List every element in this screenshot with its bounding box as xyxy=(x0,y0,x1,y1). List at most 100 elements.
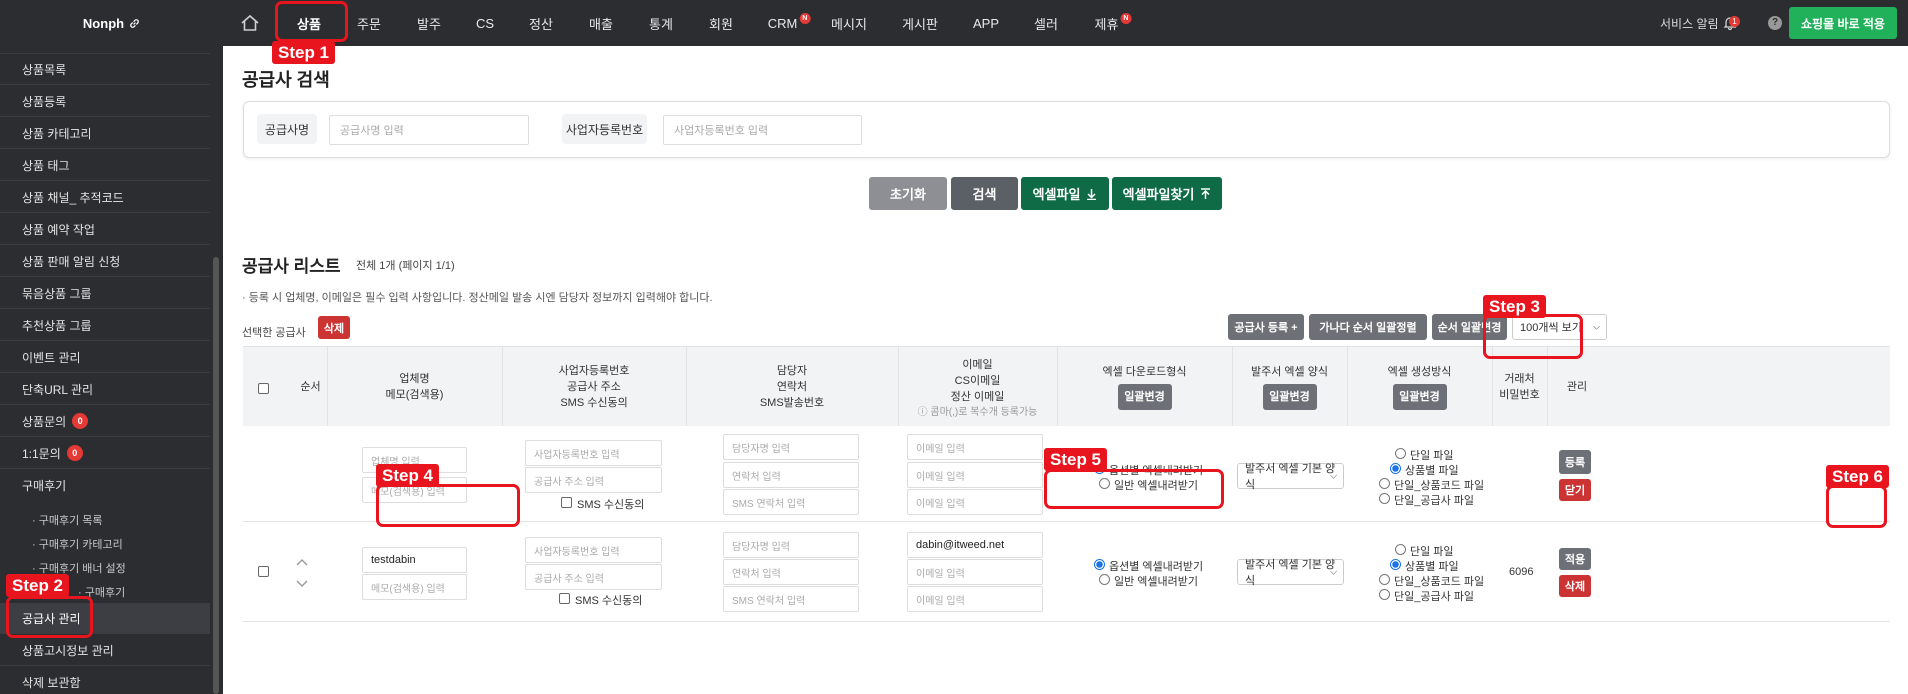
settlement-email-input[interactable]: 이메일 입력 xyxy=(907,586,1043,612)
sidebar-item-short-url[interactable]: 단축URL 관리 xyxy=(0,374,210,405)
nav-statistics[interactable]: 통계 xyxy=(649,0,673,46)
sidebar-item-sale-alert[interactable]: 상품 판매 알림 신청 xyxy=(0,246,210,277)
sidebar-item-channel[interactable]: 상품 채널_ 추적코드 xyxy=(0,182,210,213)
sidebar-item-trash[interactable]: 삭제 보관함 xyxy=(0,667,210,694)
email-input[interactable]: 이메일 입력 xyxy=(907,434,1043,460)
email-input[interactable]: dabin@itweed.net xyxy=(907,532,1043,558)
sms-number-input[interactable]: SMS 연락처 입력 xyxy=(723,489,859,515)
product-file-radio[interactable] xyxy=(1390,559,1401,570)
single-supplier-file-radio[interactable] xyxy=(1379,589,1390,600)
option-excel-radio[interactable] xyxy=(1094,559,1105,570)
supplier-name-input[interactable]: testdabin xyxy=(362,547,467,573)
nav-settlement[interactable]: 정산 xyxy=(529,0,553,46)
help-icon[interactable]: ? xyxy=(1768,16,1782,30)
sidebar-item-reservation[interactable]: 상품 예약 작업 xyxy=(0,214,210,245)
sidebar-item-one-to-one[interactable]: 1:1문의 0 xyxy=(0,438,210,469)
nav-board[interactable]: 게시판 xyxy=(902,0,938,46)
sidebar-item-event[interactable]: 이벤트 관리 xyxy=(0,342,210,373)
apply-button[interactable]: 적용 xyxy=(1559,548,1591,570)
nav-members[interactable]: 회원 xyxy=(709,0,733,46)
sidebar-item-reviews[interactable]: 구매후기 xyxy=(0,470,210,501)
sidebar-item-category[interactable]: 상품 카테고리 xyxy=(0,118,210,149)
nav-message[interactable]: 메시지 xyxy=(831,0,867,46)
home-icon[interactable] xyxy=(240,14,260,32)
supplier-name-input[interactable]: 공급사명 입력 xyxy=(329,115,529,145)
close-button[interactable]: 닫기 xyxy=(1559,479,1591,501)
step-4-highlight xyxy=(376,484,520,527)
nav-order[interactable]: 주문 xyxy=(357,0,381,46)
cs-email-input[interactable]: 이메일 입력 xyxy=(907,559,1043,585)
sidebar-item-product-register[interactable]: 상품등록 xyxy=(0,86,210,117)
sidebar-item-tag[interactable]: 상품 태그 xyxy=(0,150,210,181)
col-name: 업체명 메모(검색용) xyxy=(385,373,444,401)
row-checkbox[interactable] xyxy=(258,566,269,577)
sms-agree-checkbox[interactable] xyxy=(559,593,570,604)
single-file-radio[interactable] xyxy=(1395,544,1406,555)
memo-input[interactable]: 메모(검색용) 입력 xyxy=(362,574,467,600)
reorder-arrows-icon[interactable] xyxy=(296,558,308,588)
main-content: 공급사 검색 공급사명 공급사명 입력 사업자등록번호 사업자등록번호 입력 초… xyxy=(223,46,1908,694)
order-form-select[interactable]: 발주서 엑셀 기본 양식 ⌵ xyxy=(1237,559,1344,587)
business-number-input[interactable]: 사업자등록번호 입력 xyxy=(663,115,862,145)
address-input[interactable]: 공급사 주소 입력 xyxy=(525,467,662,493)
business-number-input[interactable]: 사업자등록번호 입력 xyxy=(525,440,662,466)
apply-to-store-button[interactable]: 쇼핑몰 바로 적용 xyxy=(1789,7,1897,39)
bulk-change-button[interactable]: 일괄변경 xyxy=(1262,384,1317,410)
nav-purchase-order[interactable]: 발주 xyxy=(417,0,441,46)
manager-name-input[interactable]: 담당자명 입력 xyxy=(723,532,859,558)
sms-agree-label: SMS 수신동의 xyxy=(575,595,643,607)
step-3-label: Step 3 xyxy=(1483,295,1547,318)
sort-alphabetical-button[interactable]: 가나다 순서 일괄정렬 xyxy=(1309,314,1427,340)
contact-input[interactable]: 연락처 입력 xyxy=(723,559,859,585)
nav-seller[interactable]: 셀러 xyxy=(1034,0,1058,46)
delete-row-button[interactable]: 삭제 xyxy=(1559,575,1591,597)
single-code-file-radio[interactable] xyxy=(1379,478,1390,489)
normal-excel-radio[interactable] xyxy=(1099,574,1110,585)
register-button[interactable]: 등록 xyxy=(1559,450,1591,474)
service-alert[interactable]: 서비스 알림 xyxy=(1660,0,1737,46)
sidebar-sub-review-category[interactable]: · 구매후기 카테고리 xyxy=(32,536,123,552)
address-input[interactable]: 공급사 주소 입력 xyxy=(525,564,662,590)
sidebar-item-bundle[interactable]: 묶음상품 그룹 xyxy=(0,278,210,309)
alert-count-badge: 1 xyxy=(1729,16,1740,27)
sidebar-item-notice-info[interactable]: 상품고시정보 관리 xyxy=(0,635,210,666)
new-badge: N xyxy=(799,12,811,24)
select-all-checkbox[interactable] xyxy=(258,383,269,394)
sidebar-item-recommend[interactable]: 추천상품 그룹 xyxy=(0,310,210,341)
bulk-change-button[interactable]: 일괄변경 xyxy=(1392,384,1447,410)
excel-upload-button[interactable]: 엑셀파일찾기 xyxy=(1112,177,1222,210)
col-manager: 담당자 연락처 SMS발송번호 xyxy=(759,365,825,409)
single-code-file-radio[interactable] xyxy=(1379,574,1390,585)
sidebar-item-product-list[interactable]: 상품목록 xyxy=(0,54,210,85)
single-file-radio[interactable] xyxy=(1395,448,1406,459)
contact-input[interactable]: 연락처 입력 xyxy=(723,462,859,488)
nav-crm[interactable]: CRM N xyxy=(768,0,811,46)
register-supplier-button[interactable]: 공급사 등록 + xyxy=(1228,314,1304,340)
step-4-label: Step 4 xyxy=(376,464,440,487)
product-file-radio[interactable] xyxy=(1390,463,1401,474)
nav-sales[interactable]: 매출 xyxy=(589,0,613,46)
nav-partnership[interactable]: 제휴 N xyxy=(1095,0,1132,46)
settlement-email-input[interactable]: 이메일 입력 xyxy=(907,489,1043,515)
nav-app[interactable]: APP xyxy=(973,0,999,46)
delete-selected-button[interactable]: 삭제 xyxy=(318,316,350,339)
reset-button[interactable]: 초기화 xyxy=(869,177,947,210)
single-code-file-label: 단일_상품코드 파일 xyxy=(1394,576,1485,588)
manager-name-input[interactable]: 담당자명 입력 xyxy=(723,434,859,460)
sms-number-input[interactable]: SMS 연락처 입력 xyxy=(723,586,859,612)
col-excel-gen: 엑셀 생성방식 일괄변경 xyxy=(1347,347,1492,427)
excel-download-button[interactable]: 엑셀파일 xyxy=(1021,177,1109,210)
single-supplier-file-radio[interactable] xyxy=(1379,493,1390,504)
order-form-select[interactable]: 발주서 엑셀 기본 양식 ⌵ xyxy=(1237,463,1344,491)
sidebar-item-product-inquiry[interactable]: 상품문의 0 xyxy=(0,406,210,437)
nav-cs[interactable]: CS xyxy=(476,0,494,46)
sidebar-sub-review-list[interactable]: · 구매후기 목록 xyxy=(32,512,103,528)
search-button[interactable]: 검색 xyxy=(951,177,1018,210)
sms-agree-checkbox[interactable] xyxy=(561,497,572,508)
col-excel-download: 엑셀 다운로드형식 일괄변경 xyxy=(1057,347,1232,427)
business-number-input[interactable]: 사업자등록번호 입력 xyxy=(525,537,662,563)
brand-logo[interactable]: Nonph xyxy=(0,0,223,46)
sidebar-scrollbar[interactable] xyxy=(213,257,219,694)
bulk-change-button[interactable]: 일괄변경 xyxy=(1117,384,1172,410)
cs-email-input[interactable]: 이메일 입력 xyxy=(907,462,1043,488)
